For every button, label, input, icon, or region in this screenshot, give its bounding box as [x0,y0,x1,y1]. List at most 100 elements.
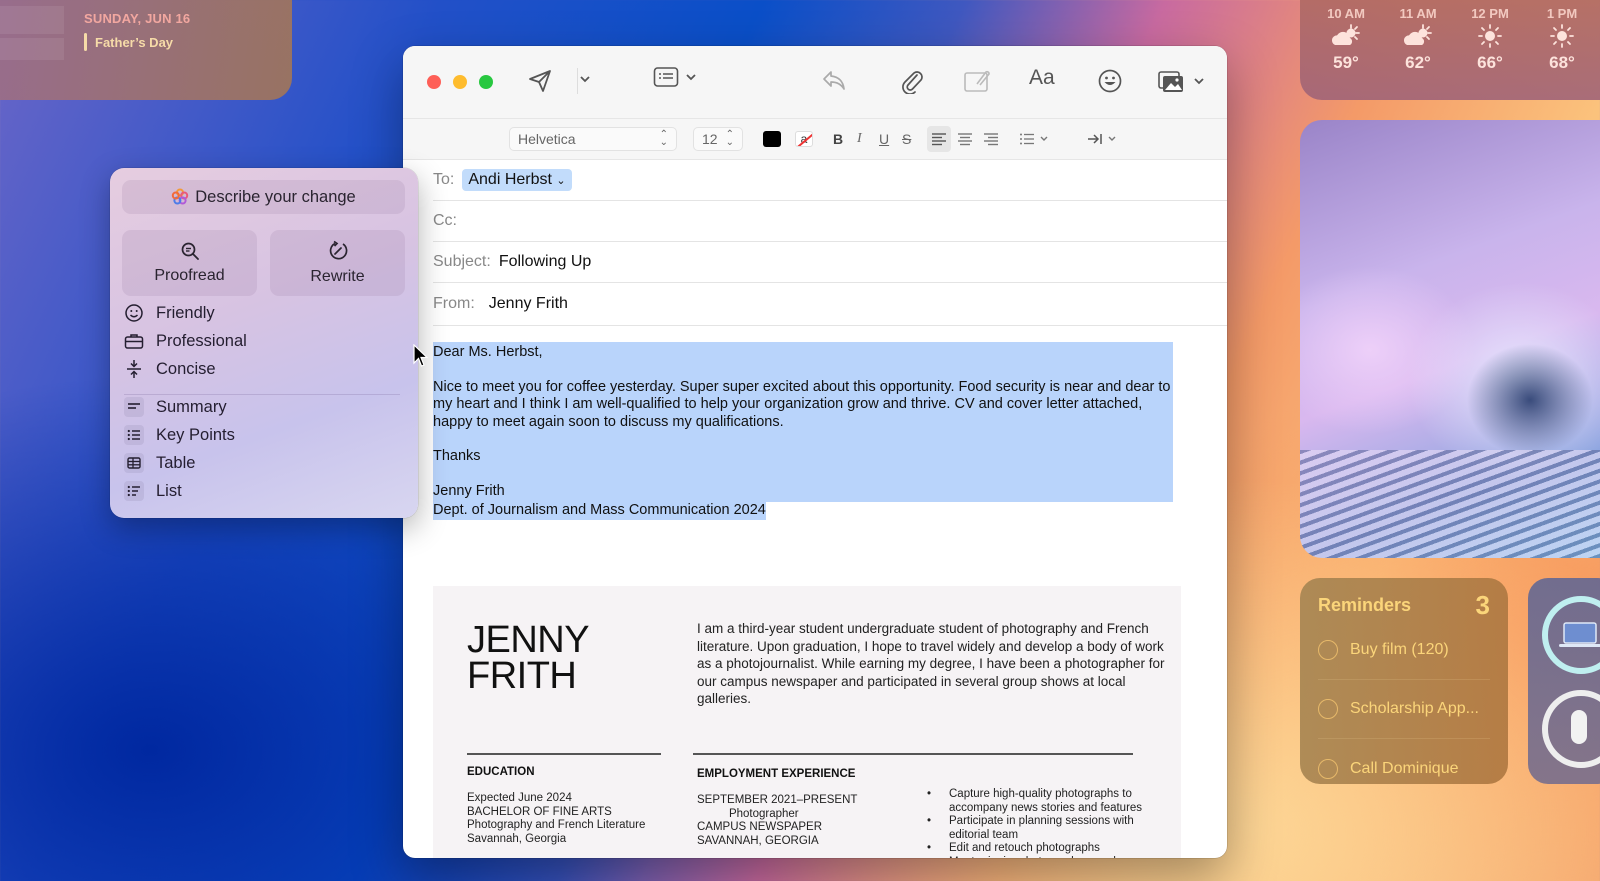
to-field[interactable]: To: Andi Herbst ⌄ [433,160,1227,201]
format-list-button[interactable]: List [124,481,182,501]
chevron-down-icon [1108,136,1116,141]
header-fields-icon [653,67,679,87]
format-list-label: List [156,481,182,500]
message-body[interactable]: Dear Ms. Herbst, Nice to meet you for co… [403,326,1227,520]
tone-concise-button[interactable]: Concise [124,359,216,379]
partly-sunny-icon [1401,21,1435,51]
tone-professional-button[interactable]: Professional [124,331,247,351]
italic-button[interactable]: I [857,127,862,151]
bullet-item: Capture high-quality photographs to acco… [927,788,1147,815]
recipient-token[interactable]: Andi Herbst ⌄ [462,169,572,191]
markup-button[interactable] [963,68,991,94]
list-style-button[interactable] [1019,127,1049,151]
strikethrough-button[interactable]: S [902,127,911,151]
education-rule [467,753,661,755]
greeting: Dear Ms. Herbst, [433,344,543,360]
photo-browser-button[interactable] [1157,68,1205,94]
mail-compose-window: Aa Helvetica ⌃ ⌄ 12 ⌃ ⌄ a B I U S To: An… [403,46,1227,858]
laptop-icon [1559,622,1600,647]
emoji-icon [1098,69,1122,93]
calendar-grid-cell [0,6,64,34]
fonts-button[interactable]: Aa [1029,66,1055,90]
describe-change-button[interactable]: Describe your change [122,180,405,214]
underline-button[interactable]: U [879,127,889,151]
tone-friendly-button[interactable]: Friendly [124,303,215,323]
close-button[interactable] [427,75,441,89]
reminder-item[interactable]: Scholarship App... [1318,680,1490,739]
align-center-button[interactable] [953,126,977,152]
subject-field[interactable]: Subject: Following Up [433,242,1227,283]
body-paragraph: Nice to meet you for coffee yesterday. S… [433,378,1171,430]
batteries-widget[interactable] [1528,578,1600,784]
font-size-select[interactable]: 12 ⌃ ⌄ [693,127,743,151]
recipient-name: Andi Herbst [468,171,552,188]
format-table-button[interactable]: Table [124,453,195,473]
calendar-date: SUNDAY, JUN 16 [84,11,191,26]
calendar-event[interactable]: Father’s Day [84,33,173,51]
align-right-button[interactable] [979,126,1003,152]
align-left-button[interactable] [927,126,951,152]
menu-divider [124,394,400,395]
reminder-item[interactable]: Buy film (120) [1318,621,1490,680]
send-options-button[interactable] [579,74,591,84]
describe-change-label: Describe your change [195,187,356,206]
reminder-label: Buy film (120) [1350,641,1449,658]
text-color-swatch[interactable] [763,131,781,147]
reply-button[interactable] [821,68,847,92]
resume-last-name: FRITH [467,655,577,697]
chevron-down-icon: ⌄ [556,175,566,187]
reminders-header: Reminders 3 [1318,590,1490,621]
weather-temp: 59° [1333,53,1359,72]
zoom-button[interactable] [479,75,493,89]
reminders-widget[interactable]: Reminders 3 Buy film (120) Scholarship A… [1300,578,1508,784]
subject-label: Subject: [433,253,491,270]
mouse-pointer-icon [413,344,429,367]
indent-button[interactable] [1087,127,1117,151]
cc-field[interactable]: Cc: [433,201,1227,242]
background-color-swatch[interactable]: a [795,131,813,147]
from-field[interactable]: From: Jenny Frith [433,283,1227,326]
tone-professional-label: Professional [156,331,247,350]
employment-rule [693,753,1133,755]
header-fields-button[interactable] [653,66,697,88]
calendar-widget[interactable]: SUNDAY, JUN 16 Father’s Day [0,0,292,100]
smiley-icon [124,303,144,323]
reminder-checkbox[interactable] [1318,758,1338,779]
bullet-item: Mentor junior photographers and maintain… [927,856,1147,859]
mouse-icon [1571,710,1587,744]
format-summary-button[interactable]: Summary [124,397,227,417]
rewrite-icon [329,240,347,260]
reminder-item[interactable]: Call Dominique [1318,739,1490,798]
selected-text[interactable]: Dear Ms. Herbst, Nice to meet you for co… [433,342,1173,502]
photo-widget[interactable] [1300,120,1600,558]
weather-widget[interactable]: 10 AM 59° 11 AM 62° 12 PM 66° 1 PM 68° [1300,0,1600,100]
reminder-checkbox[interactable] [1318,699,1338,719]
reminder-checkbox[interactable] [1318,640,1338,660]
weather-time: 1 PM [1546,6,1578,21]
send-button[interactable] [527,68,553,94]
resume-attachment[interactable]: JENNY FRITH I am a third-year student un… [433,586,1181,858]
font-family-value: Helvetica [518,131,576,147]
minimize-button[interactable] [453,75,467,89]
font-size-value: 12 [702,131,718,147]
weather-time: 10 AM [1327,6,1365,21]
font-family-select[interactable]: Helvetica ⌃ ⌄ [509,127,677,151]
from-value[interactable]: Jenny Frith [489,295,568,313]
sun-icon [1549,21,1575,51]
rewrite-label: Rewrite [310,268,365,285]
bullet-item: Participate in planning sessions with ed… [927,815,1147,842]
updown-chevron-icon: ⌃ ⌄ [659,129,668,148]
subject-value[interactable]: Following Up [499,253,591,271]
attach-button[interactable] [899,68,925,94]
align-center-icon [958,133,972,146]
format-key-points-button[interactable]: Key Points [124,425,235,445]
rewrite-button[interactable]: Rewrite [270,230,405,296]
chevron-down-icon [1040,136,1048,141]
reminder-label: Scholarship App... [1350,700,1479,717]
employment-bullets: Capture high-quality photographs to acco… [927,788,1147,858]
proofread-button[interactable]: Proofread [122,230,257,296]
from-label: From: [433,295,475,312]
emoji-button[interactable] [1097,68,1123,94]
bold-button[interactable]: B [833,127,843,151]
tone-concise-label: Concise [156,359,216,378]
